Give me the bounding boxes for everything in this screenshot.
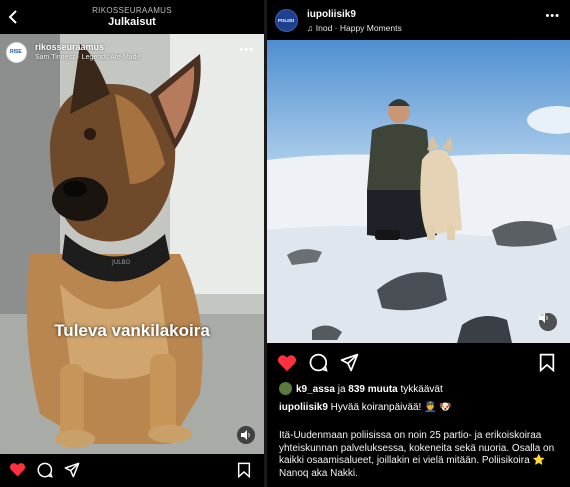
puppy-photo: JULBO — [0, 34, 264, 454]
likes-conj: ja — [334, 384, 349, 395]
right-post-panel: POLIISI iupoliisik9 ♫ Inod · Happy Momen… — [267, 0, 570, 487]
share-icon[interactable] — [340, 353, 359, 372]
right-post-image[interactable] — [267, 40, 570, 343]
left-post-panel: RIKOSSEURAAMUS Julkaisut JULBO RISE riko… — [0, 0, 264, 487]
sound-button[interactable] — [539, 313, 557, 331]
comment-icon[interactable] — [309, 353, 328, 372]
username[interactable]: rikosseuraamus — [35, 42, 104, 52]
music-text: Inod · Happy Moments — [315, 23, 402, 33]
caption-user[interactable]: iupoliisik9 — [279, 402, 328, 413]
comment-icon[interactable] — [37, 462, 53, 478]
more-icon[interactable]: ••• — [239, 44, 254, 56]
avatar-text: RISE — [10, 49, 22, 55]
right-post-header: POLIISI iupoliisik9 ♫ Inod · Happy Momen… — [267, 0, 570, 40]
avatar[interactable]: RISE — [6, 42, 27, 63]
more-icon[interactable]: ••• — [545, 10, 560, 22]
share-icon[interactable] — [64, 462, 80, 478]
music-label[interactable]: Sam Tinnesz · Legends Are Made — [35, 54, 140, 61]
bookmark-icon[interactable] — [539, 353, 555, 372]
left-post-video[interactable]: JULBO RISE rikosseuraamus Sam Tinnesz · … — [0, 34, 264, 454]
left-action-bar — [0, 459, 264, 481]
left-post-header: RISE rikosseuraamus Sam Tinnesz · Legend… — [6, 40, 258, 66]
likes-summary[interactable]: k9_assa ja 839 muuta tykkäävät — [279, 382, 443, 395]
music-label[interactable]: ♫ Inod · Happy Moments — [307, 23, 402, 33]
left-top-bar: RIKOSSEURAAMUS Julkaisut — [0, 0, 264, 34]
avatar[interactable]: POLIISI — [275, 9, 298, 32]
sound-icon — [241, 430, 250, 440]
heart-icon[interactable] — [9, 462, 26, 477]
likes-count[interactable]: 839 muuta — [348, 384, 397, 395]
header-title: Julkaisut — [108, 16, 156, 28]
heart-icon[interactable] — [277, 354, 297, 372]
caption-body: Itä-Uudenmaan poliisissa on noin 25 part… — [279, 430, 555, 479]
likes-suffix: tykkäävät — [397, 384, 443, 395]
music-note-icon: ♫ — [307, 23, 316, 33]
header-subtitle: RIKOSSEURAAMUS — [92, 6, 172, 15]
sound-icon — [539, 313, 548, 323]
caption-line: iupoliisik9 Hyvää koiranpäivää! 👮 🐶 — [279, 402, 452, 413]
right-action-bar — [267, 351, 570, 375]
avatar-text: POLIISI — [278, 18, 295, 23]
bookmark-icon[interactable] — [237, 462, 251, 478]
snow-photo — [267, 40, 570, 343]
caption-text: Hyvää koiranpäivää! 👮 🐶 — [327, 402, 452, 413]
sound-button[interactable] — [237, 426, 255, 444]
likes-user[interactable]: k9_assa — [296, 384, 335, 395]
collar-label: JULBO — [111, 259, 131, 266]
video-caption-overlay: Tuleva vankilakoira — [54, 321, 210, 340]
username[interactable]: iupoliisik9 — [307, 9, 356, 20]
liker-avatar — [279, 382, 292, 395]
